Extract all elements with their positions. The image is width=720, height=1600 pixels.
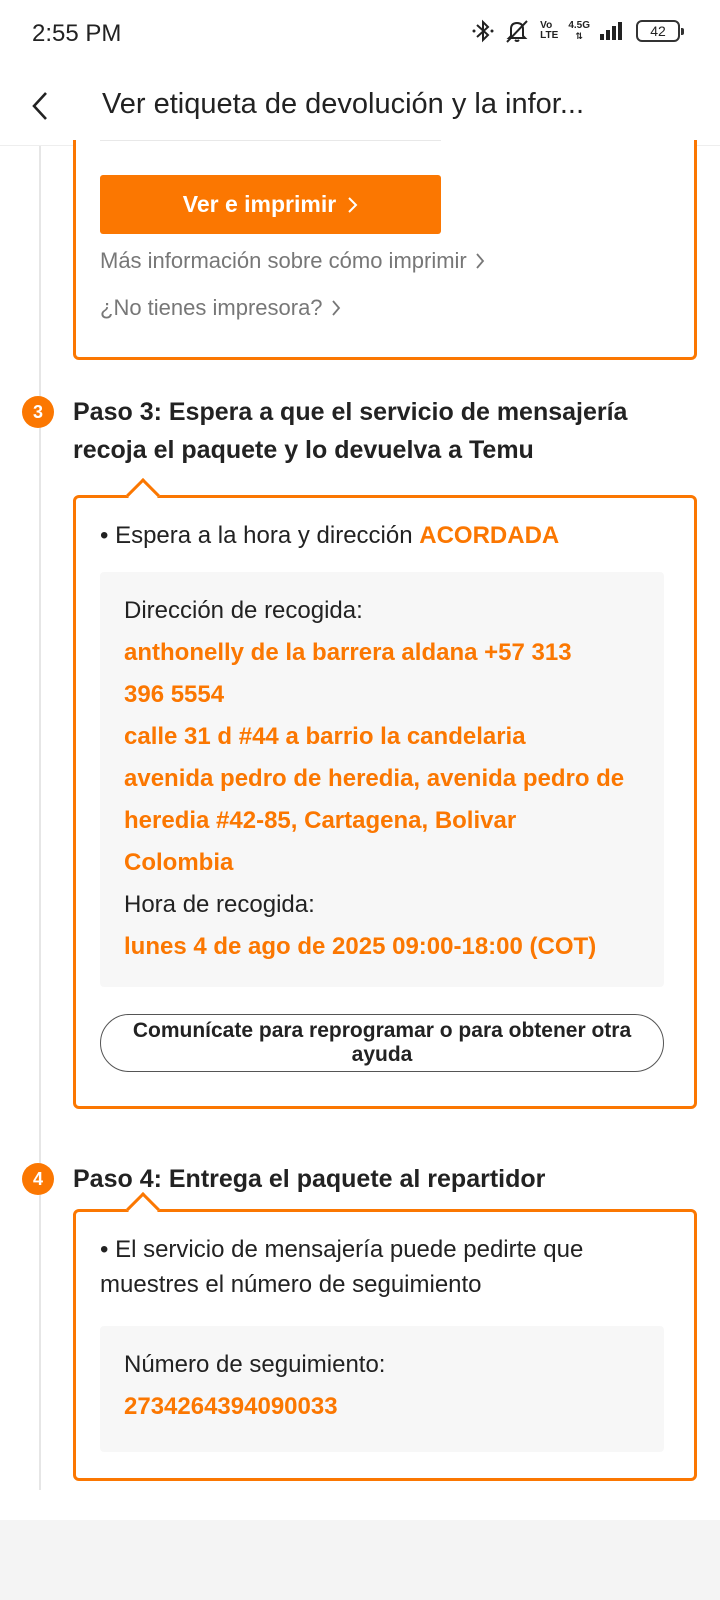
signal-icon	[600, 20, 626, 42]
battery-icon: 42	[636, 20, 684, 42]
print-card: Ver e imprimir Más información sobre cóm…	[73, 140, 697, 360]
page-title: Ver etiqueta de devolución y la infor...	[102, 88, 585, 120]
pickup-time-value: lunes 4 de ago de 2025 09:00-18:00 (COT)	[124, 933, 597, 960]
pickup-address-label: Dirección de recogida:	[124, 597, 363, 624]
more-info-link[interactable]: Más información sobre cómo imprimir	[100, 248, 485, 274]
step-3-bullet: • Espera a la hora y dirección ACORDADA	[100, 522, 560, 549]
status-time: 2:55 PM	[32, 20, 122, 47]
status-icons: Vo LTE 4.5G ⇅ 42	[472, 18, 684, 44]
pickup-address-line: avenida pedro de heredia, avenida pedro …	[124, 765, 625, 792]
view-print-button[interactable]: Ver e imprimir	[100, 175, 441, 234]
volte-icon: Vo LTE	[540, 20, 559, 41]
chevron-right-icon	[348, 196, 358, 213]
step-4-heading: 4 Paso 4: Entrega el paquete al repartid…	[22, 1160, 693, 1198]
no-printer-link[interactable]: ¿No tienes impresora?	[100, 295, 341, 321]
bottom-area	[0, 1520, 720, 1600]
pickup-address-line: heredia #42-85, Cartagena, Bolivar	[124, 807, 517, 834]
step-3-heading: 3 Paso 3: Espera a que el servicio de me…	[22, 393, 693, 469]
back-button[interactable]	[18, 84, 62, 128]
step-4-bullet: • El servicio de mensajería puede pedirt…	[100, 1236, 584, 1298]
agreed-highlight: ACORDADA	[419, 522, 560, 549]
step-3-number: 3	[22, 396, 54, 428]
card-notch	[126, 478, 160, 512]
tracking-label: Número de seguimiento:	[124, 1351, 386, 1378]
tracking-number[interactable]: 2734264394090033	[124, 1386, 640, 1428]
chevron-right-icon	[331, 300, 340, 316]
pickup-address-line: calle 31 d #44 a barrio la candelaria	[124, 723, 526, 750]
step-4-title: Paso 4: Entrega el paquete al repartidor	[73, 1165, 546, 1193]
step-4-card: • El servicio de mensajería puede pedirt…	[73, 1192, 697, 1481]
status-bar: 2:55 PM Vo LTE 4.5G ⇅ 42	[0, 0, 720, 70]
muted-bell-icon	[504, 18, 530, 44]
network-icon: 4.5G ⇅	[568, 20, 590, 42]
timeline-line	[39, 146, 41, 1490]
pickup-address-line: Colombia	[124, 849, 234, 876]
tracking-info-box: Número de seguimiento: 2734264394090033	[100, 1326, 664, 1452]
step-3-title: Paso 3: Espera a que el servicio de mens…	[73, 398, 628, 464]
chevron-right-icon	[476, 253, 484, 269]
pickup-info-box: Dirección de recogida: anthonelly de la …	[100, 572, 664, 987]
chevron-left-icon	[32, 92, 47, 120]
step-4-number: 4	[22, 1163, 54, 1195]
app-header: Ver etiqueta de devolución y la infor...	[0, 70, 720, 146]
step-3-card: • Espera a la hora y dirección ACORDADA …	[73, 478, 697, 1109]
pickup-address-line: 396 5554	[124, 681, 225, 708]
bluetooth-icon	[472, 19, 494, 43]
pickup-address-line: anthonelly de la barrera aldana +57 313	[124, 639, 572, 666]
pickup-time-label: Hora de recogida:	[124, 891, 315, 918]
print-preview-edge	[100, 140, 441, 141]
contact-reschedule-button[interactable]: Comunícate para reprogramar o para obten…	[100, 1014, 664, 1072]
